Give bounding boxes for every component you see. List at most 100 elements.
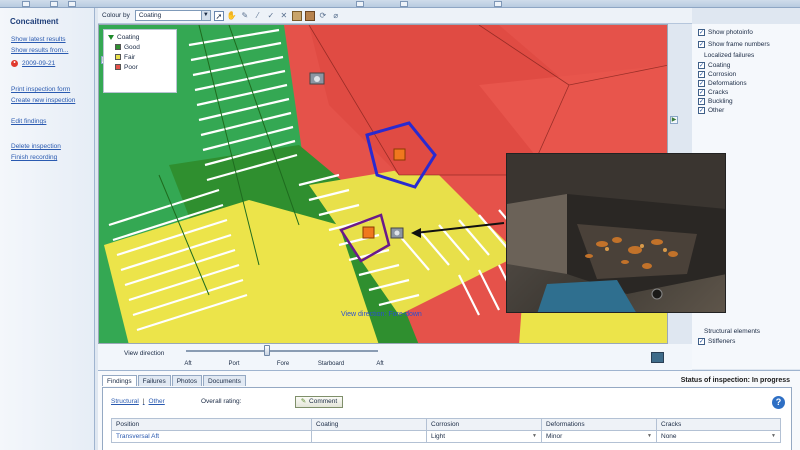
overall-rating-label: Overall rating: bbox=[201, 398, 242, 405]
show-frame-numbers-checkbox[interactable]: ✓ Show frame numbers bbox=[698, 40, 800, 49]
stiffeners-checkbox[interactable]: ✓ Stiffeners bbox=[698, 337, 800, 346]
legend-swatch bbox=[115, 64, 121, 70]
coating-legend: Coating Good Fair Poor bbox=[103, 29, 177, 93]
inspection-status: Status of inspection: In progress bbox=[680, 377, 790, 384]
toolbar-button[interactable] bbox=[400, 1, 408, 7]
print-inspection-form-link[interactable]: Print inspection form bbox=[11, 84, 94, 95]
chevron-down-icon[interactable]: ▼ bbox=[200, 11, 210, 20]
checkbox-label: Corrosion bbox=[708, 71, 737, 78]
slider-tick-label: Aft bbox=[184, 361, 192, 367]
checkbox-checked-icon[interactable]: ✓ bbox=[698, 89, 705, 96]
failure-coating-checkbox[interactable]: ✓ Coating bbox=[698, 61, 800, 70]
colour-by-select[interactable]: Coating ▼ bbox=[134, 10, 211, 21]
expand-arrow-icon[interactable]: ▶ bbox=[670, 116, 678, 124]
toolbar-button[interactable] bbox=[50, 1, 58, 7]
box-section-icon[interactable] bbox=[304, 10, 315, 21]
cell-value: None bbox=[661, 433, 677, 440]
checkbox-checked-icon[interactable]: ✓ bbox=[698, 98, 705, 105]
inspection-photo[interactable] bbox=[506, 153, 726, 313]
column-header: Coating bbox=[311, 418, 427, 431]
checkmark-tool-icon[interactable]: ✓ bbox=[266, 11, 276, 21]
subtab-other[interactable]: Other bbox=[149, 398, 165, 405]
chevron-down-icon[interactable]: ▼ bbox=[771, 433, 776, 439]
coating-cell[interactable] bbox=[311, 430, 427, 443]
slider-tick-label: Port bbox=[228, 361, 240, 367]
cross-tool-icon[interactable]: ✕ bbox=[279, 11, 289, 21]
pointer-tool-icon[interactable]: ➚ bbox=[213, 10, 224, 21]
checkbox-checked-icon[interactable]: ✓ bbox=[698, 338, 705, 345]
corrosion-cell[interactable]: Light ▼ bbox=[426, 430, 542, 443]
checkbox-label: Show photoinfo bbox=[708, 29, 753, 36]
checkbox-checked-icon[interactable]: ✓ bbox=[698, 62, 705, 69]
checkbox-checked-icon[interactable]: ✓ bbox=[698, 41, 705, 48]
legend-swatch bbox=[115, 44, 121, 50]
finish-recording-link[interactable]: Finish recording bbox=[11, 152, 94, 163]
findings-section: Findings Failures Photos Documents Statu… bbox=[98, 370, 800, 450]
legend-item-good: Good bbox=[108, 42, 172, 52]
checkbox-label: Coating bbox=[708, 62, 731, 69]
tab-photos[interactable]: Photos bbox=[171, 375, 202, 386]
finding-marker[interactable] bbox=[362, 226, 375, 239]
position-cell[interactable]: Transversal Aft bbox=[111, 430, 312, 443]
checkbox-checked-icon[interactable]: ✓ bbox=[698, 71, 705, 78]
chevron-down-icon[interactable]: ▼ bbox=[532, 433, 537, 439]
finding-marker[interactable] bbox=[393, 148, 406, 161]
camera-icon[interactable] bbox=[390, 227, 404, 239]
show-latest-results-link[interactable]: Show latest results bbox=[11, 34, 94, 45]
column-header: Position bbox=[111, 418, 312, 431]
colour-by-value: Coating bbox=[138, 12, 162, 19]
draw-line-icon[interactable]: ⁄ bbox=[253, 11, 263, 21]
pipette-icon[interactable]: ⌀ bbox=[331, 11, 341, 21]
failure-cracks-checkbox[interactable]: ✓ Cracks bbox=[698, 88, 800, 97]
failure-deformations-checkbox[interactable]: ✓ Deformations bbox=[698, 79, 800, 88]
checkbox-checked-icon[interactable]: ✓ bbox=[698, 107, 705, 114]
cracks-cell[interactable]: None ▼ bbox=[656, 430, 781, 443]
tab-findings[interactable]: Findings bbox=[102, 375, 137, 386]
findings-table: Position Coating Corrosion Deformations … bbox=[111, 418, 781, 443]
legend-item-fair: Fair bbox=[108, 52, 172, 62]
colour-by-label: Colour by bbox=[102, 12, 130, 19]
show-results-from-link[interactable]: Show results from... bbox=[11, 45, 94, 56]
show-photoinfo-checkbox[interactable]: ✓ Show photoinfo bbox=[698, 28, 800, 37]
checkbox-label: Stiffeners bbox=[708, 338, 736, 345]
chevron-down-icon[interactable]: ▼ bbox=[647, 433, 652, 439]
subtab-structural[interactable]: Structural bbox=[111, 398, 139, 405]
tab-failures[interactable]: Failures bbox=[137, 375, 171, 386]
findings-tabs: Findings Failures Photos Documents bbox=[102, 375, 246, 386]
checkbox-checked-icon[interactable]: ✓ bbox=[698, 80, 705, 87]
sidebar-title: Concaitment bbox=[10, 17, 59, 26]
pen-tool-icon[interactable]: ✎ bbox=[240, 11, 250, 21]
cell-value: Light bbox=[431, 433, 446, 440]
tab-documents[interactable]: Documents bbox=[202, 375, 246, 386]
view-direction-slider[interactable] bbox=[186, 350, 378, 352]
toolbar-button[interactable] bbox=[22, 1, 30, 7]
toolbar-button[interactable] bbox=[494, 1, 502, 7]
failure-buckling-checkbox[interactable]: ✓ Buckling bbox=[698, 97, 800, 106]
checkbox-checked-icon[interactable]: ✓ bbox=[698, 29, 705, 36]
rotate-icon[interactable]: ⟳ bbox=[318, 11, 328, 21]
table-row[interactable]: Transversal Aft Light ▼ Minor ▼ None ▼ bbox=[111, 430, 781, 443]
camera-icon[interactable] bbox=[309, 72, 325, 85]
checkbox-label: Show frame numbers bbox=[708, 41, 770, 48]
pan-hand-icon[interactable]: ✋ bbox=[227, 11, 237, 21]
comment-button[interactable]: ✎ Comment bbox=[295, 396, 343, 408]
failure-other-checkbox[interactable]: ✓ Other bbox=[698, 106, 800, 115]
screenshot-icon[interactable] bbox=[651, 352, 664, 363]
delete-inspection-link[interactable]: Delete inspection bbox=[11, 141, 94, 152]
help-icon[interactable]: ? bbox=[772, 396, 785, 409]
deformations-cell[interactable]: Minor ▼ bbox=[541, 430, 657, 443]
legend-label: Good bbox=[124, 43, 140, 51]
create-new-inspection-link[interactable]: Create new inspection bbox=[11, 95, 94, 106]
toolbar-button[interactable] bbox=[356, 1, 364, 7]
box-view-icon[interactable] bbox=[291, 10, 302, 21]
inspection-date-link[interactable]: 2009-09-21 bbox=[22, 58, 55, 69]
toolbar-button[interactable] bbox=[68, 1, 76, 7]
checkbox-label: Cracks bbox=[708, 89, 729, 96]
edit-findings-link[interactable]: Edit findings bbox=[11, 116, 94, 127]
comment-button-label: Comment bbox=[309, 398, 338, 405]
view-direction-bar: View direction Aft Port Fore Starboard A… bbox=[98, 344, 692, 370]
slider-thumb[interactable] bbox=[263, 345, 270, 356]
findings-panel: Structural | Other Overall rating: ✎ Com… bbox=[102, 387, 792, 450]
collapse-triangle-icon[interactable] bbox=[108, 34, 114, 40]
failure-corrosion-checkbox[interactable]: ✓ Corrosion bbox=[698, 70, 800, 79]
